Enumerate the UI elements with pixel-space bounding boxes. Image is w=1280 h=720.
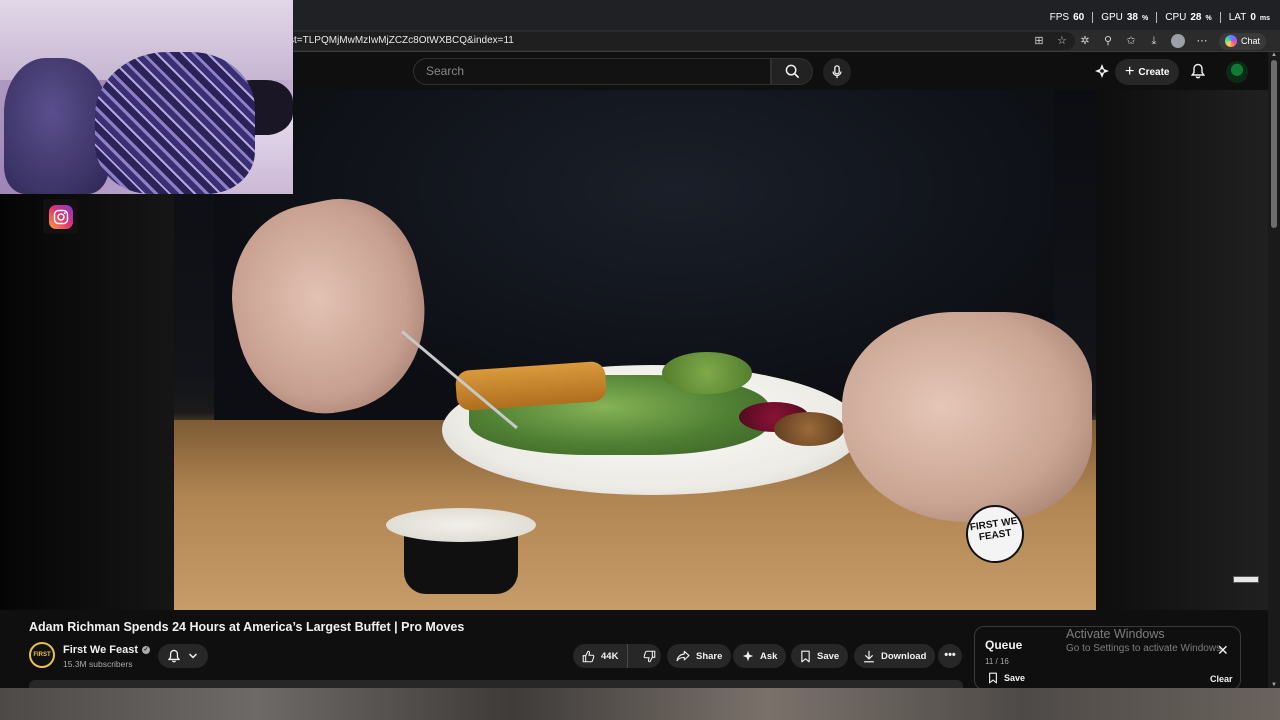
latency-readout: LAT 0 ms: [1221, 12, 1270, 23]
taskbar: [0, 688, 1280, 720]
save-label: Save: [817, 650, 840, 662]
plus-icon: +: [1125, 63, 1135, 80]
video-scene-sauce-cup: [386, 508, 536, 596]
page: FPS 60 GPU 38 % CPU 28 % LAT 0 ms st=TLP…: [0, 0, 1280, 720]
dislike-icon: [644, 650, 656, 662]
tracker-icon[interactable]: ⚲: [1102, 35, 1114, 47]
bell-icon: [1191, 63, 1205, 79]
notifications-button[interactable]: [1189, 62, 1207, 80]
browser-toolbar: ⊞ ☆ ✲ ⚲ ✩ ⤓ ⋯ Chat: [1033, 32, 1266, 50]
chevron-down-icon: [188, 653, 198, 659]
mic-icon: [832, 65, 842, 79]
queue-save-label: Save: [1004, 673, 1026, 683]
ask-label: Ask: [760, 650, 778, 662]
lat-label: LAT: [1228, 12, 1247, 23]
queue-count: 11 / 16: [985, 657, 1009, 666]
more-actions-button[interactable]: •••: [938, 644, 962, 668]
download-label: Download: [881, 650, 927, 662]
video-scene-peas: [662, 352, 752, 394]
gpu-label: GPU: [1101, 12, 1123, 23]
user-avatar[interactable]: [1226, 61, 1248, 83]
share-icon: [676, 650, 690, 662]
gpu-value: 38: [1126, 12, 1138, 23]
queue-clear-button[interactable]: Clear: [1210, 674, 1233, 684]
gpu-unit: %: [1141, 15, 1149, 22]
favorite-star-icon[interactable]: ☆: [1056, 35, 1068, 47]
scroll-thumb[interactable]: [1271, 60, 1277, 228]
address-bar[interactable]: st=TLPQMjMwMzIwMjZCZc8OtWXBCQ&index=11: [285, 32, 1075, 50]
queue-title: Queue: [985, 638, 1023, 652]
activate-windows-watermark: Activate Windows Go to Settings to activ…: [1066, 627, 1224, 654]
video-title: Adam Richman Spends 24 Hours at America’…: [29, 620, 465, 634]
webcam-pillow: [4, 58, 109, 194]
fps-readout: FPS 60: [1042, 12, 1094, 23]
cpu-label: CPU: [1165, 12, 1187, 23]
webcam-plaid-blanket: [95, 52, 255, 194]
like-dislike-group: 44K: [573, 644, 661, 668]
search-icon: [785, 64, 799, 79]
copilot-chat-button[interactable]: Chat: [1218, 32, 1266, 50]
search-button[interactable]: [771, 58, 813, 85]
lat-unit: ms: [1259, 15, 1270, 22]
like-count: 44K: [601, 650, 619, 662]
downloads-icon[interactable]: ⤓: [1148, 35, 1160, 47]
like-icon: [582, 650, 595, 662]
ask-icon: [742, 650, 754, 662]
lat-value: 0: [1250, 12, 1256, 23]
ai-sparkle-icon[interactable]: [1093, 62, 1111, 80]
video-scene-right-hand: [842, 312, 1092, 522]
fps-value: 60: [1073, 12, 1085, 23]
page-scrollbar[interactable]: ▲ ▼: [1268, 52, 1280, 688]
share-label: Share: [696, 650, 723, 662]
cpu-unit: %: [1205, 15, 1212, 22]
scroll-up-arrow-icon[interactable]: ▲: [1270, 52, 1278, 58]
cpu-value: 28: [1190, 12, 1202, 23]
download-icon: [864, 650, 874, 662]
webcam-overlay: [0, 0, 293, 194]
ask-button[interactable]: Ask: [733, 644, 787, 668]
queue-save-button[interactable]: Save: [988, 672, 1025, 684]
create-label: Create: [1138, 66, 1170, 78]
save-icon: [989, 672, 997, 684]
extensions-icon[interactable]: ✲: [1079, 35, 1091, 47]
share-button[interactable]: Share: [667, 644, 732, 668]
gpu-readout: GPU 38 %: [1093, 12, 1158, 23]
video-scene-meat: [774, 412, 844, 446]
verified-icon: ✓: [142, 646, 150, 654]
menu-icon[interactable]: ⋯: [1196, 35, 1208, 47]
dislike-button[interactable]: [634, 644, 665, 668]
cup-top: [386, 508, 536, 542]
activate-windows-title: Activate Windows: [1066, 627, 1165, 641]
fps-label: FPS: [1049, 12, 1070, 23]
create-button[interactable]: + Create: [1115, 59, 1180, 85]
voice-search-button[interactable]: [823, 58, 851, 86]
bell-icon: [168, 649, 180, 663]
channel-name-link[interactable]: First We Feast ✓: [63, 644, 150, 656]
like-button[interactable]: 44K: [573, 644, 629, 668]
instagram-icon: [43, 199, 78, 234]
channel-name: First We Feast: [63, 644, 138, 656]
download-button[interactable]: Download: [854, 644, 936, 668]
save-icon: [801, 650, 810, 662]
video-player[interactable]: FIRST WE FEAST: [174, 90, 1096, 610]
performance-overlay: FPS 60 GPU 38 % CPU 28 % LAT 0 ms: [1042, 12, 1270, 23]
corner-watermark: [1233, 576, 1259, 583]
activate-windows-subtitle: Go to Settings to activate Windows.: [1066, 643, 1224, 654]
copilot-icon: [1224, 35, 1237, 47]
search-input[interactable]: Search: [413, 58, 771, 85]
subscriber-count: 15.3M subscribers: [63, 659, 133, 669]
copilot-chat-label: Chat: [1240, 36, 1260, 46]
channel-avatar[interactable]: FIRST: [29, 642, 55, 668]
save-button[interactable]: Save: [791, 644, 849, 668]
cpu-readout: CPU 28 %: [1157, 12, 1221, 23]
app-install-icon[interactable]: ⊞: [1033, 35, 1045, 47]
profile-avatar[interactable]: [1170, 34, 1185, 48]
subscription-bell-button[interactable]: [158, 644, 208, 668]
favorites-icon[interactable]: ✩: [1125, 35, 1137, 47]
instagram-logo: [48, 204, 73, 229]
